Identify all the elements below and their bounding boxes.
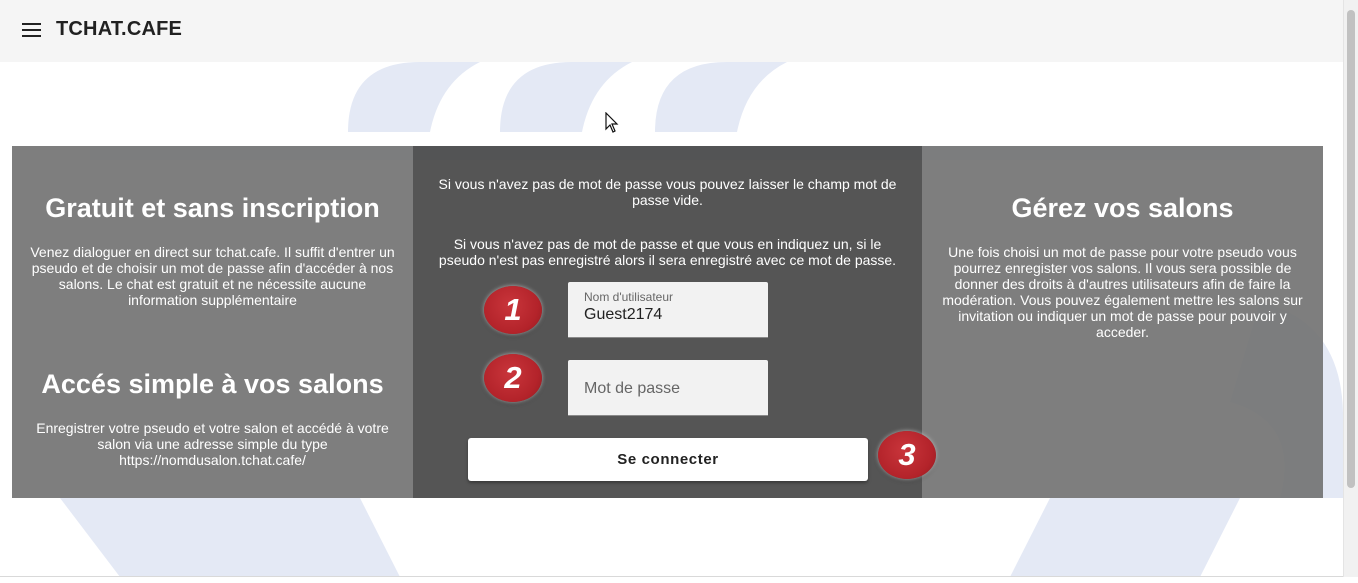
password-field[interactable] [568,360,768,416]
vertical-scrollbar[interactable] [1343,0,1358,577]
free-description: Venez dialoguer en direct sur tchat.cafe… [30,244,395,308]
connect-button[interactable]: Se connecter [468,438,868,481]
login-info-2: Si vous n'avez pas de mot de passe et qu… [438,236,897,268]
top-app-bar: TCHAT.CAFE [0,0,1343,62]
manage-rooms-description: Une fois choisi un mot de passe pour vot… [942,244,1303,340]
app-title[interactable]: TCHAT.CAFE [56,18,182,41]
simple-access-description: Enregistrer votre pseudo et votre salon … [36,420,389,468]
bottom-divider [0,576,1343,577]
login-info-1: Si vous n'avez pas de mot de passe vous … [438,176,897,208]
manage-rooms-panel: Gérez vos salons Une fois choisi un mot … [922,146,1323,498]
password-input[interactable] [584,380,754,398]
mouse-cursor-icon [605,112,619,133]
username-field[interactable]: Nom d'utilisateur [568,282,768,338]
free-access-panel: Gratuit et sans inscription Venez dialog… [12,146,413,498]
simple-access-heading: Accés simple à vos salons [41,369,384,399]
step-badge-1: 1 [484,286,542,334]
manage-rooms-heading: Gérez vos salons [1011,193,1234,223]
menu-icon[interactable] [22,23,41,37]
step-badge-2: 2 [484,354,542,402]
step-badge-3: 3 [878,431,936,479]
scrollbar-thumb[interactable] [1347,10,1355,488]
username-input[interactable] [584,306,754,324]
free-heading: Gratuit et sans inscription [45,193,380,223]
username-label: Nom d'utilisateur [584,290,673,304]
